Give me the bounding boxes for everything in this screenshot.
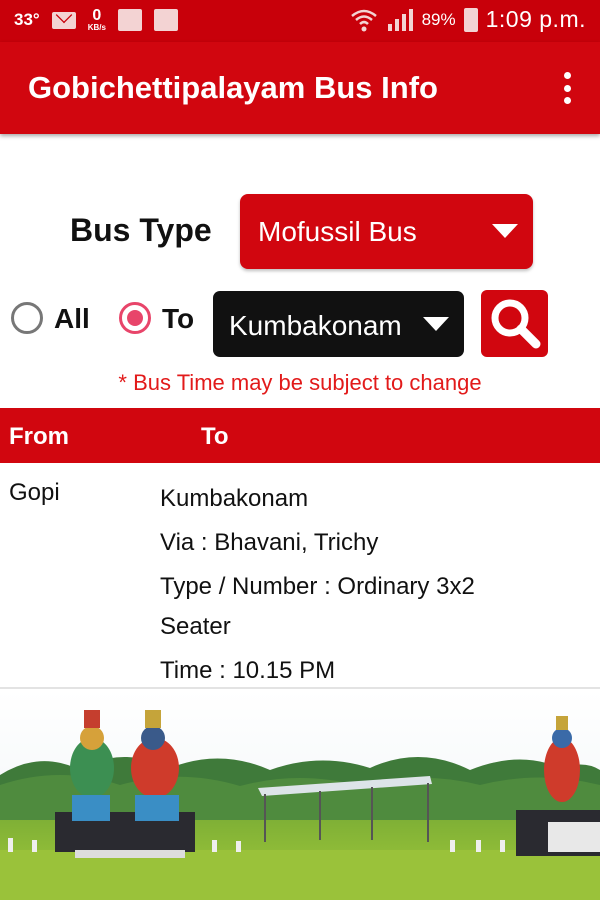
image-notification-icon (153, 9, 178, 31)
network-speed-indicator: 0 KB/s (87, 7, 106, 32)
from-cell: Gopi (9, 479, 60, 506)
app-title: Gobichettipalayam Bus Info (28, 70, 438, 105)
battery-charging-icon (463, 7, 478, 32)
bus-type-label: Bus Type (70, 212, 212, 248)
signal-icon (387, 8, 413, 31)
app-notification-icon (117, 9, 142, 31)
radio-all[interactable] (11, 302, 43, 334)
destination-selected-value: Kumbakonam (229, 310, 402, 341)
battery-percent: 89% (421, 9, 456, 29)
column-header-to: To (201, 423, 229, 450)
to-cell: Kumbakonam Via : Bhavani, Trichy Type / … (160, 479, 580, 691)
app-bar: Gobichettipalayam Bus Info (0, 42, 600, 134)
table-header: From To (0, 408, 600, 463)
via-text: Via : Bhavani, Trichy (160, 529, 379, 556)
radio-to[interactable] (119, 302, 151, 334)
mail-icon (51, 11, 76, 29)
column-header-from: From (9, 423, 69, 450)
chevron-down-icon (423, 317, 449, 331)
bus-type-number-text-cont: Seater (160, 613, 231, 640)
bus-type-dropdown[interactable]: Mofussil Bus (240, 194, 533, 269)
status-bar: 33° 0 KB/s 89% 1:09 p.m. (0, 0, 600, 42)
banner-image (0, 690, 600, 900)
destination-text: Kumbakonam (160, 485, 309, 512)
search-icon (491, 299, 541, 349)
bus-type-selected-value: Mofussil Bus (258, 216, 417, 247)
radio-all-label[interactable]: All (54, 303, 90, 335)
search-button[interactable] (481, 290, 548, 357)
chevron-down-icon (492, 224, 518, 238)
schedule-disclaimer: * Bus Time may be subject to change (118, 370, 482, 395)
radio-to-label[interactable]: To (162, 303, 194, 335)
overflow-menu-icon[interactable] (562, 72, 572, 104)
destination-dropdown[interactable]: Kumbakonam (213, 291, 464, 357)
departure-time-text: Time : 10.15 PM (160, 657, 336, 684)
bus-type-number-text: Type / Number : Ordinary 3x2 (160, 573, 475, 600)
table-row[interactable]: Gopi Kumbakonam Via : Bhavani, Trichy Ty… (0, 463, 600, 689)
temperature-indicator: 33° (14, 10, 40, 29)
wifi-icon (350, 9, 377, 31)
clock: 1:09 p.m. (485, 6, 586, 32)
